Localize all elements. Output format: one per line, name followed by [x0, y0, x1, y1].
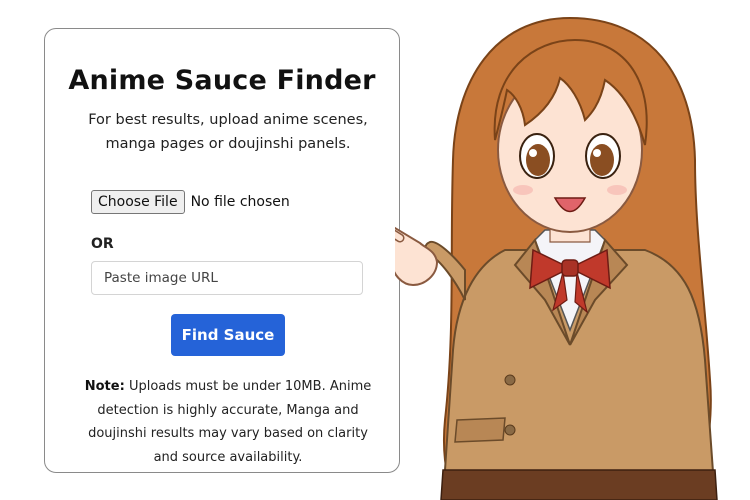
file-picker: Choose File No file chosen [91, 190, 290, 214]
upload-card: Anime Sauce Finder For best results, upl… [44, 28, 400, 473]
note-body: Uploads must be under 10MB. Anime detect… [88, 379, 372, 465]
anime-girl-pointing-illustration [395, 16, 718, 500]
subtitle-text: For best results, upload anime scenes, m… [88, 112, 368, 152]
choose-file-button[interactable]: Choose File [91, 190, 185, 214]
note-text: Note: Uploads must be under 10MB. Anime … [81, 375, 375, 469]
page-title: Anime Sauce Finder [68, 65, 376, 96]
note-label: Note: [84, 379, 125, 394]
image-url-input[interactable] [91, 261, 363, 295]
find-sauce-button[interactable]: Find Sauce [171, 314, 285, 356]
or-label: OR [91, 236, 114, 252]
file-status-text: No file chosen [190, 194, 290, 210]
